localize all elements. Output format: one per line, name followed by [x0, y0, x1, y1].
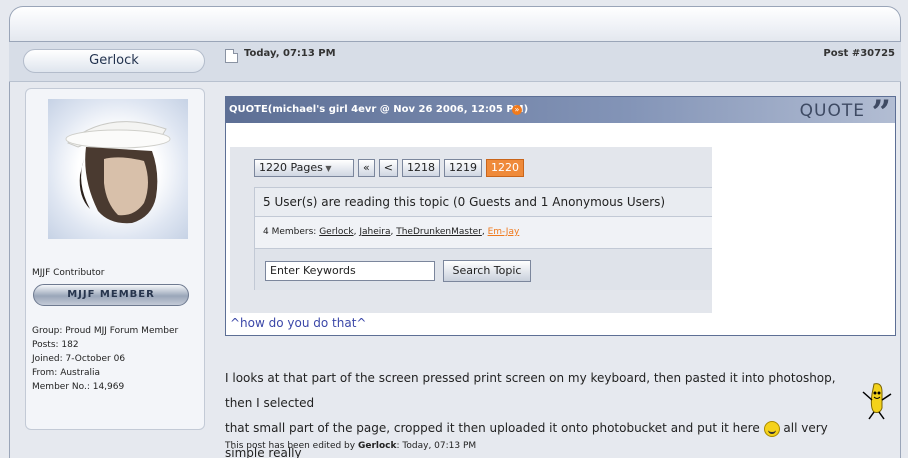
dancing-banana-icon — [862, 383, 892, 420]
member-link-thedrunkenmaster[interactable]: TheDrunkenMaster — [396, 227, 482, 237]
grin-smiley-icon — [763, 420, 780, 437]
view-post-icon[interactable]: » — [512, 105, 522, 115]
topic-search: Enter Keywords Search Topic — [254, 248, 712, 290]
quote-source: QUOTE(michael's girl 4evr @ Nov 26 2006,… — [229, 104, 529, 115]
quote-box: QUOTE(michael's girl 4evr @ Nov 26 2006,… — [225, 93, 896, 336]
post-line-1: I looks at that part of the screen press… — [225, 371, 836, 410]
edited-time: : Today, 07:13 PM — [396, 441, 477, 451]
first-page-button[interactable]: « — [358, 159, 375, 177]
page-1218[interactable]: 1218 — [401, 159, 440, 177]
member-link-jaheira[interactable]: Jaheira — [359, 227, 390, 237]
info-from: From: Australia — [32, 368, 101, 378]
readers-count: 5 User(s) are reading this topic (0 Gues… — [254, 187, 712, 217]
post-line-2a: that small part of the page, cropped it … — [225, 421, 760, 435]
post-icon — [225, 49, 238, 63]
members-list: 4 Members: Gerlock, Jaheira, TheDrunkenM… — [254, 217, 712, 248]
post-number-link[interactable]: Post #30725 — [823, 48, 895, 59]
post-date: Today, 07:13 PM — [244, 48, 336, 59]
avatar-image — [65, 121, 171, 224]
pages-dropdown[interactable]: 1220 Pages — [254, 159, 354, 177]
quote-caption: ^how do you do that^ — [230, 316, 367, 330]
author-sidebar: MJJF Contributor MJJF MEMBER Group: Prou… — [25, 88, 205, 430]
avatar — [48, 99, 188, 239]
post-header: Gerlock Today, 07:13 PM Post #30725 — [9, 41, 901, 82]
prev-page-button[interactable]: < — [378, 159, 398, 177]
thread-top-bar — [9, 6, 901, 42]
members-prefix: 4 Members: — [263, 227, 317, 237]
author-info: Group: Proud MJJ Forum Member Posts: 182… — [32, 324, 178, 394]
member-badge: MJJF MEMBER — [33, 284, 189, 306]
quoted-screenshot: 1220 Pages « < 1218 1219 1220 5 User(s) … — [230, 147, 712, 313]
search-input[interactable]: Enter Keywords — [265, 261, 435, 281]
edited-note: This post has been edited by Gerlock: To… — [225, 441, 476, 451]
current-page[interactable]: 1220 — [485, 159, 524, 177]
quote-mark-icon: ” — [871, 93, 891, 133]
info-member-no: Member No.: 14,969 — [32, 382, 125, 392]
edited-prefix: This post has been edited by — [225, 441, 356, 451]
info-group: Group: Proud MJJ Forum Member — [32, 326, 179, 336]
quote-header: QUOTE(michael's girl 4evr @ Nov 26 2006,… — [226, 93, 895, 133]
member-link-em-jay[interactable]: Em-Jay — [488, 227, 520, 237]
pagination: 1220 Pages « < 1218 1219 1220 — [254, 159, 524, 177]
rank-title: MJJF Contributor — [32, 268, 105, 278]
edited-by-user[interactable]: Gerlock — [358, 441, 397, 451]
page-1219[interactable]: 1219 — [443, 159, 482, 177]
search-topic-button[interactable]: Search Topic — [443, 260, 531, 282]
info-joined: Joined: 7-October 06 — [32, 354, 126, 364]
post-line-2: that small part of the page, cropped it … — [225, 416, 865, 458]
quote-label: QUOTE — [799, 101, 865, 121]
member-link-gerlock[interactable]: Gerlock — [319, 227, 353, 237]
info-posts: Posts: 182 — [32, 340, 79, 350]
author-name[interactable]: Gerlock — [23, 49, 205, 73]
